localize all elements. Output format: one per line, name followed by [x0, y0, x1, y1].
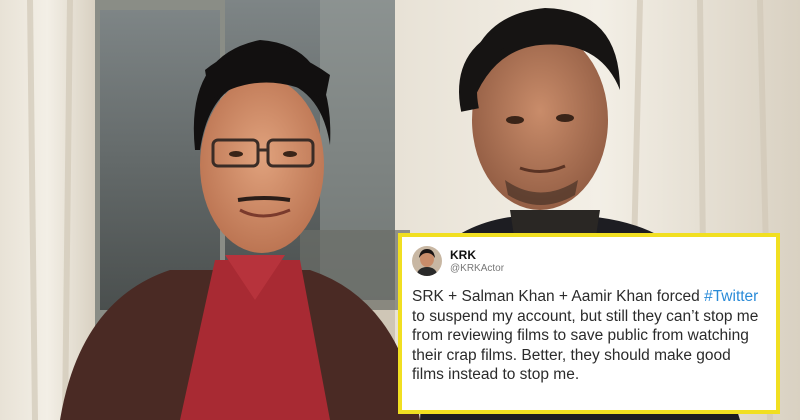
- tweet-card: KRK @KRKActor SRK + Salman Khan + Aamir …: [398, 233, 780, 414]
- author-display-name[interactable]: KRK: [450, 248, 504, 262]
- author-handle[interactable]: @KRKActor: [450, 262, 504, 275]
- hashtag-link[interactable]: #Twitter: [704, 288, 758, 305]
- avatar[interactable]: [412, 246, 442, 276]
- tweet-text: SRK + Salman Khan + Aamir Khan forced #T…: [412, 287, 766, 385]
- meme-image: KRK @KRKActor SRK + Salman Khan + Aamir …: [0, 0, 800, 420]
- tweet-author: KRK @KRKActor: [450, 248, 504, 275]
- tweet-text-part: SRK + Salman Khan + Aamir Khan forced: [412, 288, 705, 305]
- tweet-header: KRK @KRKActor: [412, 243, 766, 279]
- tweet-text-part: to suspend my account, but still they ca…: [412, 307, 759, 384]
